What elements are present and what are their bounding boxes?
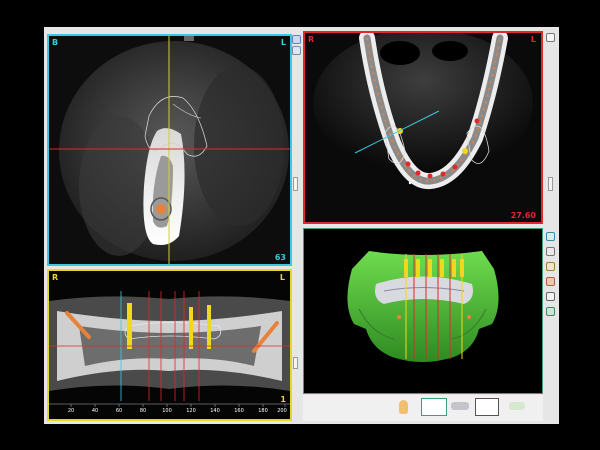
- cursor-icon[interactable]: [292, 35, 301, 44]
- eye-icon[interactable]: [546, 247, 555, 256]
- panoramic-ruler: 20 40 60 80 100 120 140 160 180 200: [49, 408, 290, 416]
- settings-icon[interactable]: [546, 33, 555, 42]
- ear-icon[interactable]: [399, 400, 408, 414]
- ruler-label: 200: [277, 408, 287, 414]
- coronal-scrollbar[interactable]: [293, 177, 298, 191]
- axial-measurement: 27.60: [510, 211, 536, 220]
- panoramic-scrollbar[interactable]: [293, 357, 298, 369]
- axial-scrollbar[interactable]: [548, 177, 553, 191]
- mandible-icon[interactable]: [451, 402, 469, 410]
- ruler-label: 100: [162, 408, 172, 414]
- render-bottom-toolbar: [303, 395, 543, 421]
- coronal-slice-number: 63: [274, 253, 286, 262]
- rotate-icon[interactable]: [546, 292, 555, 301]
- coronal-left-marker: B: [52, 38, 59, 47]
- zoom-icon[interactable]: [292, 46, 301, 55]
- coronal-scan-image: [49, 36, 290, 264]
- curve-edit-icon[interactable]: [475, 398, 499, 416]
- panoramic-left-marker: R: [52, 273, 59, 282]
- ruler-label: 20: [67, 408, 75, 414]
- palette-icon[interactable]: [546, 262, 555, 271]
- render-3d-view[interactable]: [303, 228, 543, 394]
- ruler-label: 60: [115, 408, 123, 414]
- layers-icon[interactable]: [546, 232, 555, 241]
- implant-planning-window: B L 63 R L 27.60 20 40 60 80 100 120 140…: [44, 27, 559, 424]
- ruler-label: 80: [139, 408, 147, 414]
- axial-scan-image: [305, 33, 541, 222]
- panoramic-view[interactable]: 20 40 60 80 100 120 140 160 180 200 R L …: [47, 269, 292, 421]
- hand-icon[interactable]: [546, 277, 555, 286]
- coronal-right-marker: L: [280, 38, 286, 47]
- jaw-arch-icon[interactable]: [421, 398, 447, 416]
- ruler-label: 160: [234, 408, 244, 414]
- coronal-view[interactable]: B L 63: [47, 34, 292, 266]
- ruler-label: 140: [210, 408, 220, 414]
- axial-view[interactable]: R L 27.60: [303, 31, 543, 224]
- ruler-label: 120: [186, 408, 196, 414]
- panoramic-right-marker: L: [279, 273, 285, 282]
- ruler-label: 40: [91, 408, 99, 414]
- cube-icon[interactable]: [546, 307, 555, 316]
- axial-right-marker: L: [530, 35, 536, 44]
- axial-left-marker: R: [308, 35, 315, 44]
- tooth-icon[interactable]: [509, 402, 525, 410]
- panoramic-scan-image: [49, 271, 290, 419]
- panoramic-index: 1: [280, 395, 286, 404]
- mandible-3d-model: [304, 229, 542, 393]
- ruler-label: 180: [258, 408, 268, 414]
